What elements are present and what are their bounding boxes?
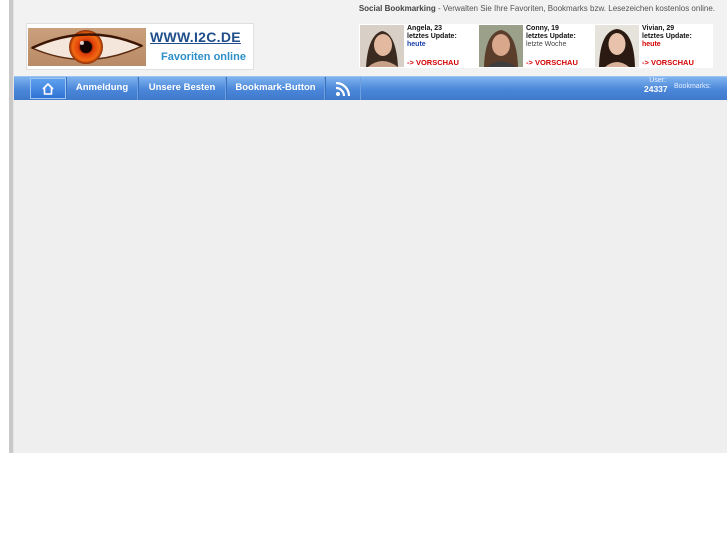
preview-link[interactable]: -> VORSCHAU xyxy=(642,58,694,67)
site-logo[interactable]: WWW.I2C.DE Favoriten online xyxy=(26,23,254,70)
profile-update-label: letztes Update: xyxy=(407,33,457,40)
header: Social Bookmarking - Verwalten Sie Ihre … xyxy=(14,0,727,76)
profile-banner[interactable]: Angela, 23 letztes Update: heute -> VORS… xyxy=(359,24,713,68)
eye-logo-icon xyxy=(28,28,146,66)
preview-link[interactable]: -> VORSCHAU xyxy=(407,58,459,67)
profile-name: Vivian, 29 xyxy=(642,25,675,32)
profile-update-value: heute xyxy=(407,41,426,48)
profile-update-value: heute xyxy=(642,41,661,48)
main-navigation: Anmeldung Unsere Besten Bookmark-Button … xyxy=(14,76,727,101)
profile-card[interactable]: Angela, 23 letztes Update: heute -> VORS… xyxy=(359,24,475,68)
tagline-bold: Social Bookmarking xyxy=(358,4,436,13)
tagline-text: - Verwalten Sie Ihre Favoriten, Bookmark… xyxy=(435,4,715,13)
profile-info: Conny, 19 letztes Update: letzte Woche xyxy=(526,25,576,49)
main-content-area xyxy=(14,100,727,453)
profile-photo xyxy=(360,25,404,67)
profile-card[interactable]: Conny, 19 letztes Update: letzte Woche -… xyxy=(478,24,594,68)
profile-name: Angela, 23 xyxy=(407,25,443,32)
profile-photo xyxy=(595,25,639,67)
profile-update-label: letztes Update: xyxy=(642,33,692,40)
profile-name: Conny, 19 xyxy=(526,25,559,32)
nav-rss-button[interactable] xyxy=(325,77,361,100)
logo-url: WWW.I2C.DE xyxy=(150,29,241,45)
logo-subtitle: Favoriten online xyxy=(161,51,246,63)
user-stats: User: 24337 xyxy=(644,77,668,94)
preview-link[interactable]: -> VORSCHAU xyxy=(526,58,578,67)
profile-info: Angela, 23 letztes Update: heute xyxy=(407,25,457,49)
profile-info: Vivian, 29 letztes Update: heute xyxy=(642,25,692,49)
nav-home-button[interactable] xyxy=(30,78,66,99)
nav-item-unsere-besten[interactable]: Unsere Besten xyxy=(138,77,226,100)
user-count: 24337 xyxy=(644,84,668,94)
nav-item-anmeldung[interactable]: Anmeldung xyxy=(66,77,138,100)
nav-item-bookmark-button[interactable]: Bookmark-Button xyxy=(226,77,325,100)
tagline: Social Bookmarking - Verwalten Sie Ihre … xyxy=(359,4,715,13)
bookmarks-label: Bookmarks: xyxy=(674,83,711,90)
profile-card[interactable]: Vivian, 29 letztes Update: heute -> VORS… xyxy=(594,24,710,68)
user-label: User: xyxy=(649,77,666,84)
profile-update-label: letztes Update: xyxy=(526,33,576,40)
home-icon xyxy=(42,83,54,95)
rss-icon xyxy=(335,81,351,97)
profile-update-value: letzte Woche xyxy=(526,41,567,48)
page: Social Bookmarking - Verwalten Sie Ihre … xyxy=(0,0,727,453)
profile-photo xyxy=(479,25,523,67)
